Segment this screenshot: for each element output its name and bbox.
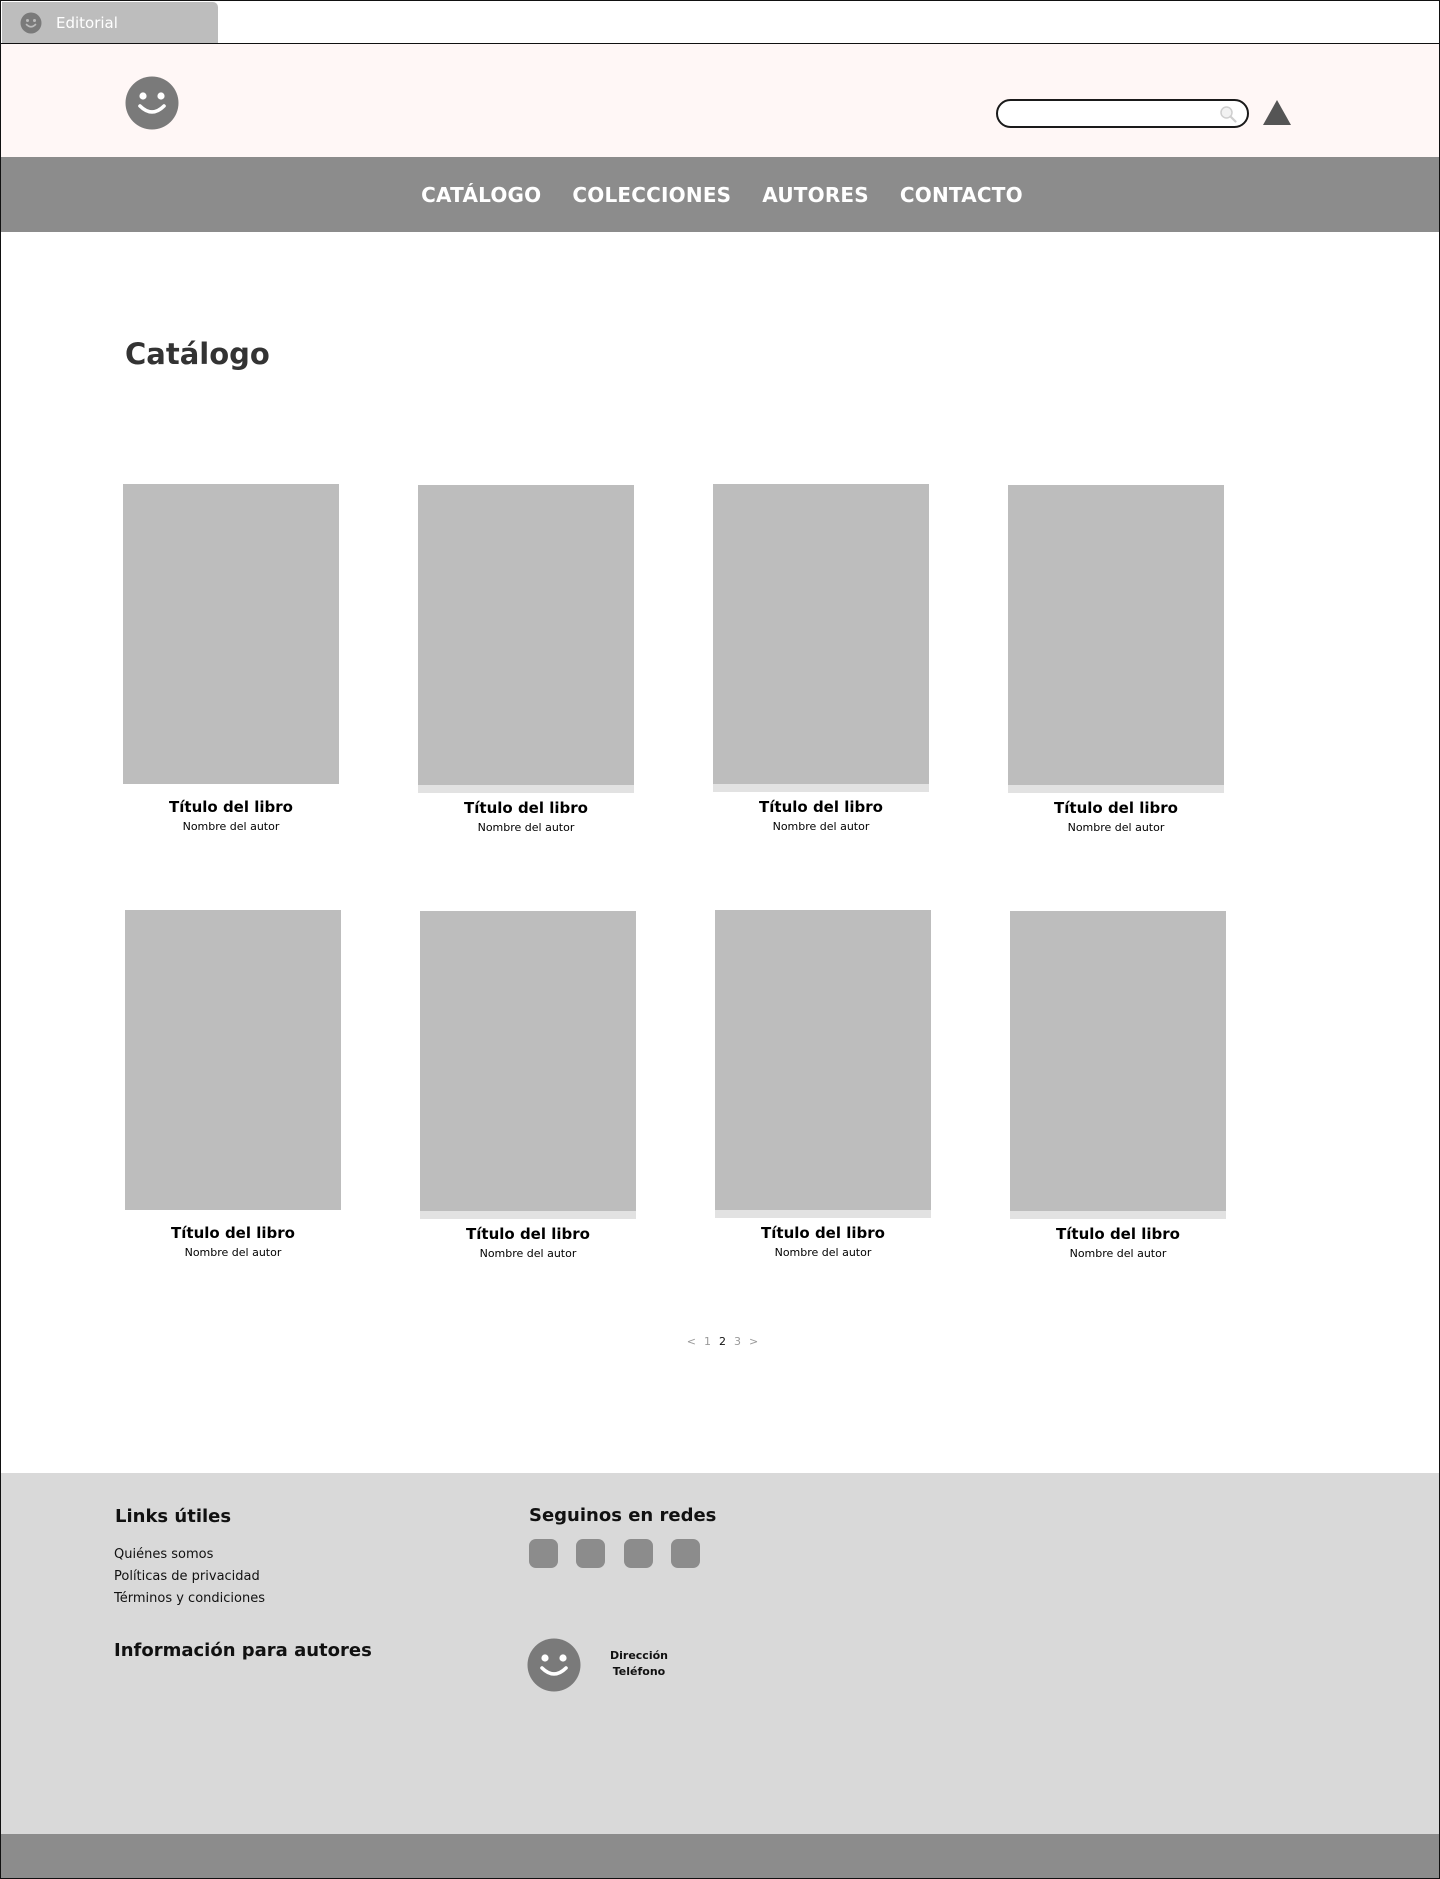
book-card[interactable]: Título del libro Nombre del autor xyxy=(123,484,339,833)
book-author: Nombre del autor xyxy=(184,1246,282,1259)
book-cover[interactable] xyxy=(420,911,636,1219)
smiley-icon xyxy=(20,12,42,33)
book-title[interactable]: Título del libro xyxy=(123,798,339,816)
logo-smiley-icon[interactable] xyxy=(125,76,179,130)
contact-info: Dirección Teléfono xyxy=(601,1648,677,1680)
book-card[interactable]: Título del libro Nombre del autor xyxy=(715,910,931,1259)
footer-bottom-bar xyxy=(1,1834,1439,1878)
nav-item-autores[interactable]: AUTORES xyxy=(762,183,869,207)
book-title[interactable]: Título del libro xyxy=(1008,799,1224,817)
book-author: Nombre del autor xyxy=(1067,821,1165,834)
nav-item-catalogo[interactable]: CATÁLOGO xyxy=(421,183,541,207)
browser-tab-title: Editorial xyxy=(56,13,118,32)
book-title[interactable]: Título del libro xyxy=(1010,1225,1226,1243)
book-cover[interactable] xyxy=(713,484,929,792)
nav-item-contacto[interactable]: CONTACTO xyxy=(900,183,1023,207)
book-cover[interactable] xyxy=(125,910,341,1210)
pagination-next[interactable]: > xyxy=(749,1335,758,1348)
account-triangle-icon[interactable] xyxy=(1262,99,1292,126)
nav-item-colecciones[interactable]: COLECCIONES xyxy=(572,183,731,207)
book-card[interactable]: Título del libro Nombre del autor xyxy=(713,484,929,833)
book-cover[interactable] xyxy=(1008,485,1224,793)
book-card[interactable]: Título del libro Nombre del autor xyxy=(418,485,634,834)
book-card[interactable]: Título del libro Nombre del autor xyxy=(420,911,636,1260)
contact-phone: Teléfono xyxy=(612,1665,666,1678)
contact-address: Dirección xyxy=(610,1649,668,1662)
book-cover[interactable] xyxy=(1010,911,1226,1219)
pagination-page-1[interactable]: 1 xyxy=(704,1335,711,1348)
social-icon-4[interactable] xyxy=(671,1539,700,1568)
search-box xyxy=(996,99,1249,128)
book-title[interactable]: Título del libro xyxy=(420,1225,636,1243)
browser-tab-strip: Editorial xyxy=(1,1,1439,44)
page-title: Catálogo xyxy=(125,337,270,371)
site-header xyxy=(1,44,1439,157)
book-author: Nombre del autor xyxy=(1069,1247,1167,1260)
pagination-page-2[interactable]: 2 xyxy=(719,1335,726,1348)
book-author: Nombre del autor xyxy=(477,821,575,834)
book-card[interactable]: Título del libro Nombre del autor xyxy=(1010,911,1226,1260)
book-author: Nombre del autor xyxy=(774,1246,872,1259)
book-cover[interactable] xyxy=(715,910,931,1218)
authors-info-heading[interactable]: Información para autores xyxy=(114,1640,372,1661)
book-author: Nombre del autor xyxy=(182,820,280,833)
social-icon-2[interactable] xyxy=(576,1539,605,1568)
book-cover[interactable] xyxy=(123,484,339,784)
footer-link-quienes-somos[interactable]: Quiénes somos xyxy=(114,1547,213,1562)
links-heading: Links útiles xyxy=(115,1506,232,1527)
social-icon-1[interactable] xyxy=(529,1539,558,1568)
footer-logo-smiley-icon xyxy=(527,1638,581,1692)
book-card[interactable]: Título del libro Nombre del autor xyxy=(1008,485,1224,834)
book-cover[interactable] xyxy=(418,485,634,793)
search-icon[interactable] xyxy=(1219,105,1237,123)
main-nav: CATÁLOGO COLECCIONES AUTORES CONTACTO xyxy=(1,157,1439,232)
social-heading: Seguinos en redes xyxy=(529,1505,717,1526)
footer-link-privacidad[interactable]: Políticas de privacidad xyxy=(114,1569,260,1584)
book-title[interactable]: Título del libro xyxy=(418,799,634,817)
book-author: Nombre del autor xyxy=(479,1247,577,1260)
footer-link-terminos[interactable]: Términos y condiciones xyxy=(114,1591,265,1606)
book-title[interactable]: Título del libro xyxy=(125,1224,341,1242)
book-author: Nombre del autor xyxy=(772,820,870,833)
browser-tab[interactable]: Editorial xyxy=(2,2,218,43)
book-card[interactable]: Título del libro Nombre del autor xyxy=(125,910,341,1259)
pagination-page-3[interactable]: 3 xyxy=(734,1335,741,1348)
pagination-prev[interactable]: < xyxy=(687,1335,696,1348)
pagination: < 1 2 3 > xyxy=(1,1335,1439,1348)
page-frame: Editorial CATÁLOGO COLECCIONES AUTORES C… xyxy=(0,0,1440,1879)
book-title[interactable]: Título del libro xyxy=(713,798,929,816)
book-title[interactable]: Título del libro xyxy=(715,1224,931,1242)
social-icon-3[interactable] xyxy=(624,1539,653,1568)
search-input[interactable] xyxy=(1010,103,1210,124)
